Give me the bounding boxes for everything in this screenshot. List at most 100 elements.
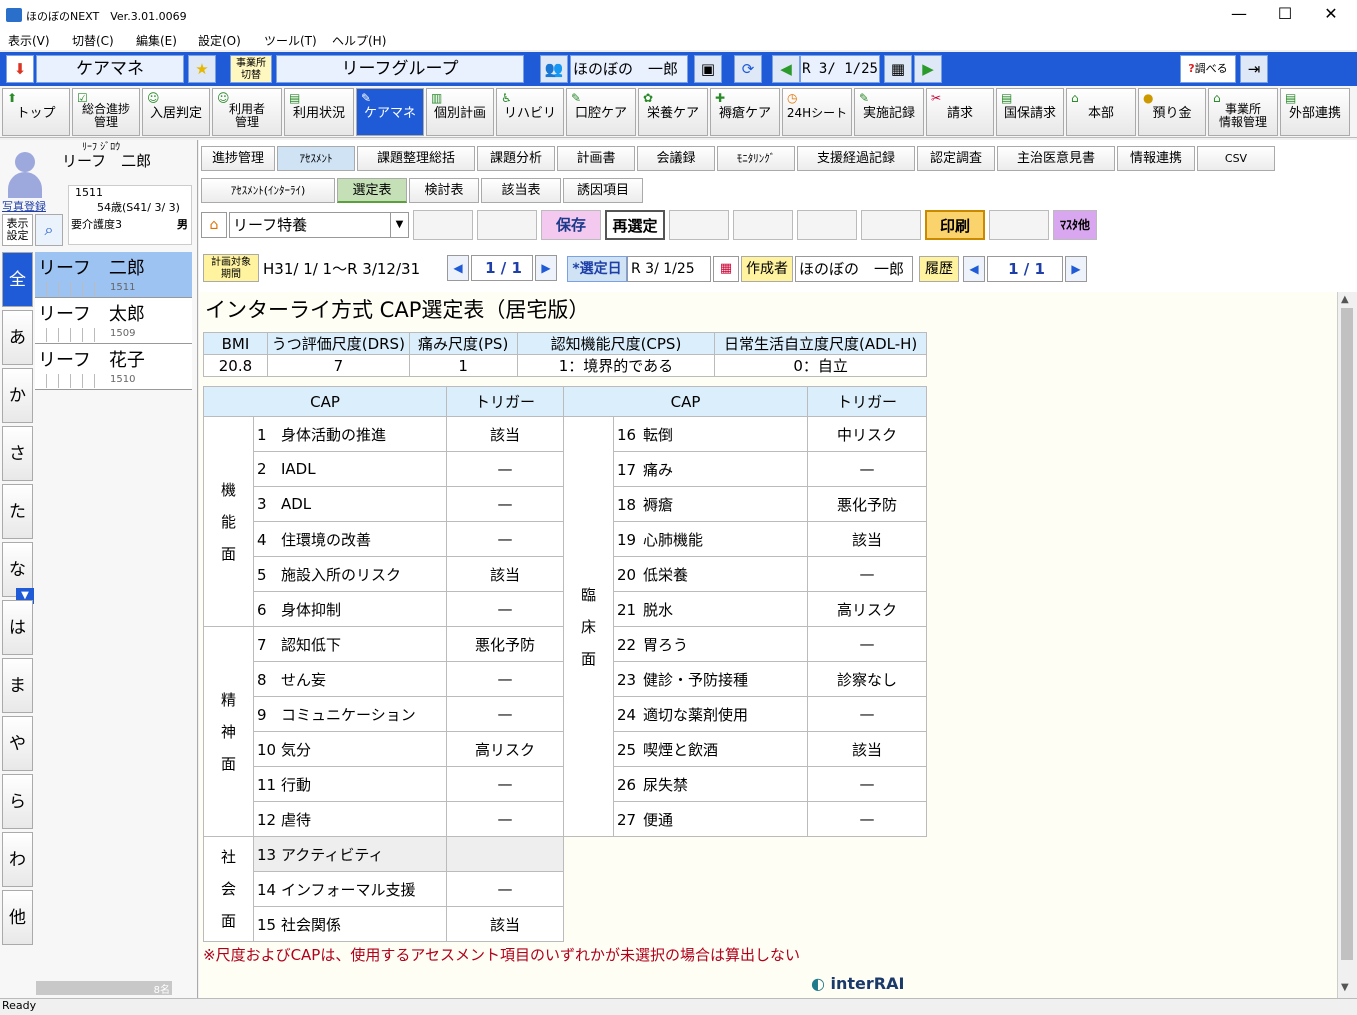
calendar-icon[interactable]: ▦: [884, 55, 912, 83]
history-prev-icon[interactable]: ◀: [963, 256, 985, 282]
subtab-assessment-interrai[interactable]: ｱｾｽﾒﾝﾄ(ｲﾝﾀｰﾗｲ): [201, 178, 335, 203]
toolbar-blank-4[interactable]: [733, 210, 793, 240]
nav-rehab[interactable]: ♿ リハビリ: [496, 88, 564, 136]
maximize-button[interactable]: ☐: [1262, 0, 1308, 30]
nav-external-link[interactable]: ▤ 外部連携: [1280, 88, 1350, 136]
scroll-down-arrow-icon[interactable]: ▼: [1341, 982, 1349, 993]
tab-support-record[interactable]: 支援経過記録: [797, 146, 915, 171]
nav-headquarters[interactable]: ⌂ 本部: [1066, 88, 1136, 136]
print-button[interactable]: 印刷: [925, 210, 985, 240]
kana-index-other[interactable]: 他: [2, 890, 33, 945]
nav-individual-plan[interactable]: ▥ 個別計画: [426, 88, 494, 136]
menu-help[interactable]: ヘルプ(H): [332, 32, 386, 49]
usage-icon: ▤: [289, 91, 301, 105]
toolbar-blank-2[interactable]: [477, 210, 537, 240]
kana-index-ka[interactable]: か: [2, 368, 33, 423]
history-next-icon[interactable]: ▶: [1065, 256, 1087, 282]
nav-user-mgmt[interactable]: ☺ 利用者 管理: [212, 88, 282, 136]
favorite-star-icon[interactable]: ★: [188, 55, 216, 83]
select-date-field[interactable]: R 3/ 1/25: [627, 256, 711, 282]
kana-index-wa[interactable]: わ: [2, 832, 33, 887]
nav-nutrition[interactable]: ✿ 栄養ケア: [638, 88, 708, 136]
tab-info-link[interactable]: 情報連携: [1117, 146, 1195, 171]
kana-index-ta[interactable]: た: [2, 484, 33, 539]
close-button[interactable]: ✕: [1308, 0, 1354, 30]
toolbar-blank-1[interactable]: [413, 210, 473, 240]
menu-tools[interactable]: ツール(T): [264, 32, 317, 49]
menu-switch[interactable]: 切替(C): [72, 32, 114, 49]
nav-nhi-billing[interactable]: ▤ 国保請求: [996, 88, 1064, 136]
logout-icon[interactable]: ⇥: [1240, 55, 1268, 83]
tab-csv[interactable]: CSV: [1197, 146, 1275, 171]
nav-deposit[interactable]: ● 預り金: [1138, 88, 1206, 136]
period-next-icon[interactable]: ▶: [535, 255, 557, 281]
kana-index-ha[interactable]: は: [2, 600, 33, 655]
period-prev-icon[interactable]: ◀: [447, 255, 469, 281]
camera-icon[interactable]: ▣: [694, 55, 722, 83]
kana-index-ma[interactable]: ま: [2, 658, 33, 713]
nav-progress[interactable]: ☑ 総合進捗 管理: [72, 88, 140, 136]
facility-select[interactable]: リーフ特養 ▼: [229, 212, 409, 238]
list-item[interactable]: リーフ 花子 1510: [35, 344, 192, 390]
list-item[interactable]: リーフ 太郎 1509: [35, 298, 192, 344]
tab-care-plan[interactable]: 計画書: [557, 146, 635, 171]
kana-index-ya[interactable]: や: [2, 716, 33, 771]
toolbar-blank-5[interactable]: [797, 210, 857, 240]
toolbar-blank-3[interactable]: [669, 210, 729, 240]
chevron-down-icon[interactable]: ▼: [390, 213, 408, 237]
tab-assessment[interactable]: ｱｾｽﾒﾝﾄ: [277, 146, 355, 171]
prev-date-icon[interactable]: ◀: [772, 55, 800, 83]
reselect-button[interactable]: 再選定: [605, 210, 665, 240]
nav-usage[interactable]: ▤ 利用状況: [284, 88, 354, 136]
nav-oral-care[interactable]: ✎ 口腔ケア: [566, 88, 636, 136]
kana-index-sa[interactable]: さ: [2, 426, 33, 481]
tab-progress[interactable]: 進捗管理: [201, 146, 275, 171]
refresh-icon[interactable]: ⟳: [734, 55, 762, 83]
toolbar-blank-7[interactable]: [989, 210, 1049, 240]
tab-certification[interactable]: 認定調査: [917, 146, 995, 171]
tab-monitoring[interactable]: ﾓﾆﾀﾘﾝｸﾞ: [717, 146, 795, 171]
tab-meeting-minutes[interactable]: 会議録: [637, 146, 715, 171]
next-date-icon[interactable]: ▶: [914, 55, 942, 83]
save-button[interactable]: 保存: [541, 210, 601, 240]
subtab-review-table[interactable]: 検討表: [409, 178, 479, 203]
tab-issue-analysis[interactable]: 課題分析: [477, 146, 555, 171]
tab-issue-summary[interactable]: 課題整理総括: [357, 146, 475, 171]
nav-24h-sheet[interactable]: ◷ 24Hシート: [782, 88, 852, 136]
nav-billing[interactable]: ✂ 請求: [926, 88, 994, 136]
search-help-button[interactable]: ?調べる: [1180, 55, 1236, 83]
vertical-scrollbar[interactable]: ▲ ▼: [1337, 292, 1357, 998]
nav-pressure-ulcer[interactable]: ✚ 褥瘡ケア: [710, 88, 780, 136]
display-settings-button[interactable]: 表示 設定: [2, 214, 33, 246]
subtab-selection-table[interactable]: 選定表: [337, 178, 407, 203]
search-icon[interactable]: ⌕: [35, 214, 63, 246]
home-icon[interactable]: ⌂: [201, 212, 227, 238]
kana-index-a[interactable]: あ: [2, 310, 33, 365]
photo-register-link[interactable]: 写真登録: [2, 198, 46, 214]
menu-settings[interactable]: 設定(O): [198, 32, 241, 49]
kana-index-ra[interactable]: ら: [2, 774, 33, 829]
master-button[interactable]: ﾏｽﾀ他: [1053, 210, 1097, 240]
nav-office-info[interactable]: ⌂ 事業所 情報管理: [1208, 88, 1278, 136]
calendar-icon[interactable]: ▦: [713, 256, 739, 282]
creator-field[interactable]: ほのぼの 一郎: [795, 256, 913, 282]
avatar[interactable]: [8, 152, 42, 200]
nav-caremanager[interactable]: ✎ ケアマネ: [356, 88, 424, 136]
list-item[interactable]: リーフ 二郎 1511: [35, 252, 192, 298]
scrollbar-thumb[interactable]: [1341, 308, 1353, 960]
scroll-up-icon[interactable]: ▲: [1341, 294, 1349, 305]
nav-admission[interactable]: ☺ 入居判定: [142, 88, 210, 136]
tab-doctor-opinion[interactable]: 主治医意見書: [997, 146, 1115, 171]
nav-top[interactable]: ⬆ トップ: [2, 88, 70, 136]
subtab-trigger-items[interactable]: 誘因項目: [563, 178, 643, 203]
menu-view[interactable]: 表示(V): [8, 32, 50, 49]
toolbar-blank-6[interactable]: [861, 210, 921, 240]
users-icon[interactable]: 👥: [540, 55, 568, 83]
subtab-applicable-table[interactable]: 該当表: [481, 178, 561, 203]
menu-edit[interactable]: 編集(E): [136, 32, 177, 49]
kana-index-all[interactable]: 全: [2, 252, 33, 307]
nav-records[interactable]: ✎ 実施記録: [854, 88, 924, 136]
exit-arrow-icon[interactable]: ⬇: [6, 55, 34, 83]
minimize-button[interactable]: —: [1216, 0, 1262, 30]
switch-office-button[interactable]: 事業所 切替: [230, 55, 272, 83]
